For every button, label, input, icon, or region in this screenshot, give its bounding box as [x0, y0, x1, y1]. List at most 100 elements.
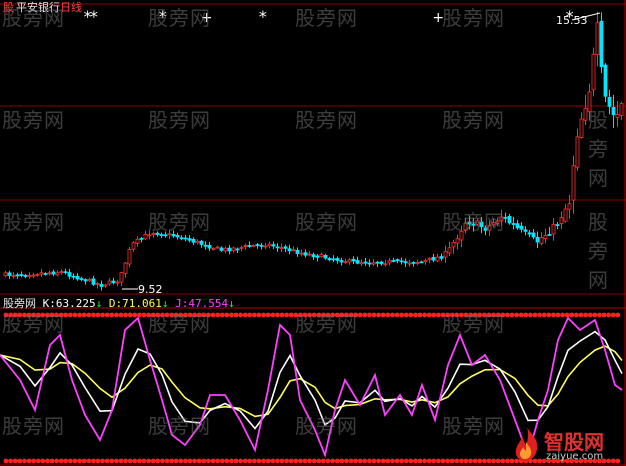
candle-body	[103, 284, 108, 287]
candle-body	[599, 20, 604, 68]
signal-dot	[256, 312, 262, 318]
candle-body	[395, 259, 400, 262]
candle-body	[115, 281, 120, 284]
signal-dot	[233, 312, 239, 318]
signal-dot	[210, 458, 216, 464]
signal-dot	[72, 458, 78, 464]
candle-body	[519, 225, 524, 230]
candle-body	[303, 252, 308, 256]
signal-dot	[206, 458, 211, 464]
signal-dot	[275, 312, 280, 318]
candle-body	[451, 242, 456, 248]
candle-body	[207, 244, 212, 249]
signal-dot	[606, 312, 611, 318]
candle-body	[47, 272, 52, 275]
candle-body	[31, 274, 36, 277]
signal-dot	[270, 458, 276, 464]
signal-dot	[54, 458, 59, 464]
signal-dot	[459, 458, 464, 464]
signal-dot	[137, 458, 142, 464]
candle-body	[143, 234, 148, 240]
signal-dot	[178, 458, 184, 464]
signal-dot	[72, 312, 78, 318]
candle-body	[291, 249, 296, 252]
k-arrow: ↓	[95, 297, 103, 310]
candle-body	[315, 255, 320, 258]
watermark: 股旁网	[148, 108, 211, 132]
candle-body	[359, 262, 364, 265]
candle-body	[131, 242, 136, 250]
signal-dot	[261, 312, 266, 318]
signal-dot	[509, 312, 515, 318]
candle-body	[455, 238, 460, 244]
signal-dot	[551, 312, 556, 318]
signal-dot	[302, 458, 308, 464]
candle-body	[435, 256, 440, 262]
signal-dot	[91, 458, 96, 464]
signal-dot	[104, 312, 110, 318]
watermark: 股旁网	[2, 6, 65, 30]
candle-body	[247, 245, 252, 247]
signal-dot	[449, 458, 455, 464]
signal-dot	[367, 312, 372, 318]
signal-dot	[279, 312, 285, 318]
watermark: 股旁网	[295, 6, 358, 30]
signal-dot	[95, 458, 101, 464]
candle-body	[287, 248, 292, 252]
candle-body	[407, 262, 412, 265]
signal-dot	[311, 458, 317, 464]
candle-body	[383, 263, 388, 266]
candle-body	[39, 272, 44, 275]
candle-body	[227, 247, 232, 252]
signal-dot	[390, 312, 395, 318]
signal-dot	[344, 458, 349, 464]
signal-dot	[256, 458, 262, 464]
signal-dot	[114, 312, 119, 318]
signal-dot	[541, 312, 547, 318]
signal-dot	[426, 312, 432, 318]
signal-dot	[58, 458, 64, 464]
signal-dot	[210, 312, 216, 318]
signal-dot	[201, 458, 207, 464]
signal-dot	[265, 312, 271, 318]
watermark: 股旁网	[442, 210, 505, 234]
candle-body	[391, 260, 396, 262]
signal-dot	[399, 458, 404, 464]
candle-body	[351, 258, 356, 262]
signal-dot	[578, 312, 584, 318]
candle-body	[603, 64, 608, 97]
candle-body	[527, 232, 532, 235]
candle-body	[271, 244, 276, 247]
signal-dot	[49, 458, 55, 464]
site-logo[interactable]: 智股网 zaiyue.com	[512, 424, 624, 466]
signal-dot	[137, 312, 142, 318]
candle-body	[327, 258, 332, 261]
watermark: 股旁网	[2, 210, 65, 234]
signal-dot	[569, 312, 575, 318]
candle-body	[423, 259, 428, 263]
signal-dot	[491, 458, 496, 464]
signal-dot	[183, 458, 188, 464]
watermark: 股旁网	[2, 108, 65, 132]
signal-dot	[518, 312, 524, 318]
signal-dot	[252, 458, 257, 464]
signal-dot	[321, 458, 326, 464]
signal-dot	[422, 458, 427, 464]
candle-body	[95, 283, 100, 285]
signal-dot	[100, 458, 105, 464]
flame-icon	[515, 427, 538, 461]
signal-dot	[63, 458, 69, 464]
d-label: D:	[108, 297, 123, 310]
candle-body	[267, 243, 272, 247]
candle-body	[123, 262, 128, 274]
signal-dot	[123, 312, 128, 318]
signal-dot	[431, 458, 437, 464]
signal-dot	[445, 458, 450, 464]
candle-body	[127, 249, 132, 265]
signal-dot	[495, 458, 501, 464]
signal-dot	[31, 458, 36, 464]
candle-body	[375, 261, 380, 264]
candle-body	[399, 260, 404, 263]
candle-body	[27, 274, 32, 277]
signal-dot	[141, 312, 147, 318]
